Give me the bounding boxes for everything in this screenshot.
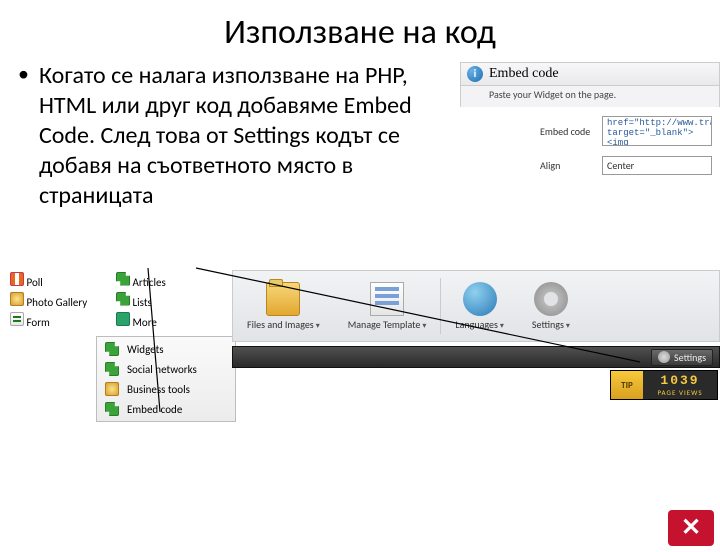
page-views-counter: TIP 1039 PAGE VIEWS (610, 370, 718, 400)
puzzle-icon (105, 342, 119, 356)
globe-icon (463, 282, 497, 316)
main-toolbar: Files and Images Manage Template Languag… (232, 270, 720, 342)
more-icon (116, 312, 130, 326)
business-icon (105, 382, 119, 396)
counter-label: PAGE VIEWS (643, 388, 717, 397)
toolbar-settings[interactable]: Settings (518, 271, 584, 341)
embed-header: i Embed code (460, 62, 720, 86)
more-submenu: Widgets Social networks Business tools E… (96, 336, 236, 422)
menu-lists[interactable]: Lists (133, 296, 152, 309)
toolbar-languages[interactable]: Languages (441, 271, 518, 341)
counter-number: 1039 (643, 373, 717, 388)
info-icon: i (467, 66, 483, 82)
folder-icon (266, 282, 300, 316)
bullet-text: Когато се налага използване на PHP, HTML… (39, 61, 439, 211)
widget-dark-bar: Settings (232, 346, 720, 368)
editor-toolbar-area: Poll Articles Photo Gallery Lists Form M… (0, 270, 720, 380)
embed-subtitle: Paste your Widget on the page. (460, 86, 720, 107)
submenu-business[interactable]: Business tools (97, 379, 235, 399)
embed-title: Embed code (489, 66, 559, 82)
submenu-widgets[interactable]: Widgets (97, 339, 235, 359)
bullet-marker: • (18, 61, 29, 87)
widget-settings-button[interactable]: Settings (651, 349, 713, 366)
embed-code-label: Embed code (540, 125, 602, 138)
embed-header-panel: i Embed code Paste your Widget on the pa… (460, 62, 720, 107)
toolbar-template[interactable]: Manage Template (334, 271, 441, 341)
submenu-social[interactable]: Social networks (97, 359, 235, 379)
slide-title: Използване на код (0, 12, 720, 53)
menu-gallery[interactable]: Photo Gallery (27, 296, 88, 309)
menu-poll[interactable]: Poll (27, 276, 43, 289)
menu-form[interactable]: Form (27, 316, 50, 329)
form-icon (10, 312, 24, 326)
menu-more[interactable]: More (133, 316, 157, 329)
gear-icon (534, 282, 568, 316)
articles-icon (116, 272, 130, 286)
gallery-icon (10, 292, 24, 306)
gear-icon (658, 351, 670, 363)
close-button[interactable]: ✕ (668, 510, 714, 546)
puzzle-icon (105, 402, 119, 416)
poll-icon (10, 272, 24, 286)
align-select[interactable]: Center (602, 156, 712, 175)
align-label: Align (540, 159, 602, 172)
toolbar-files[interactable]: Files and Images (233, 271, 334, 341)
submenu-embed[interactable]: Embed code (97, 399, 235, 419)
embed-settings-panel: Embed code href="http://www.tracemy" tar… (540, 116, 720, 185)
lists-icon (116, 292, 130, 306)
template-icon (370, 282, 404, 316)
insert-menu: Poll Articles Photo Gallery Lists Form M… (10, 270, 220, 330)
embed-code-input[interactable]: href="http://www.tracemy" target="_blank… (602, 116, 712, 146)
counter-tip-icon: TIP (611, 371, 643, 399)
menu-articles[interactable]: Articles (133, 276, 166, 289)
puzzle-icon (105, 362, 119, 376)
